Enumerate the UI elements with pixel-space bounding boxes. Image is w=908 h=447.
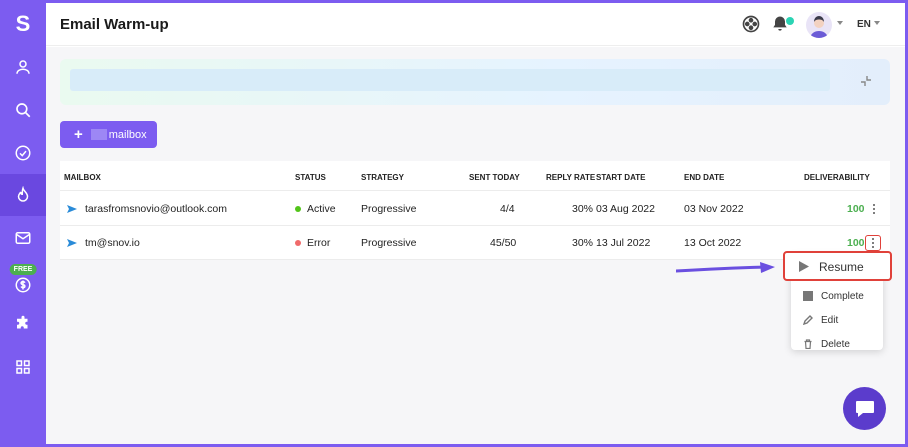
puzzle-icon <box>17 315 28 329</box>
avatar-icon <box>810 16 828 38</box>
sidebar-item-mail[interactable] <box>0 217 46 259</box>
notification-dot <box>786 17 794 25</box>
send-icon <box>67 239 77 247</box>
free-badge: FREE <box>9 264 37 275</box>
sidebar-item-search[interactable] <box>0 89 46 131</box>
grid-icon <box>16 360 30 374</box>
sidebar-item-warmup[interactable] <box>0 174 46 216</box>
redacted-text <box>90 129 107 140</box>
menu-item-label: Delete <box>821 338 850 350</box>
mail-icon <box>15 232 31 244</box>
start-date: 13 Jul 2022 <box>596 237 651 249</box>
play-icon <box>799 261 809 272</box>
send-icon <box>67 205 77 213</box>
table-row[interactable]: tm@snov.io Error Progressive 45/50 30% 1… <box>60 226 890 260</box>
plus-icon: + <box>74 126 83 143</box>
sidebar-item-integrations[interactable] <box>0 303 46 345</box>
more-options-button[interactable] <box>865 235 881 251</box>
menu-item-label: Resume <box>819 260 864 274</box>
dollar-icon <box>15 277 31 293</box>
annotation-arrow-icon <box>676 262 775 273</box>
deliverability-score: 100 <box>847 203 865 215</box>
menu-item-label: Edit <box>821 314 839 326</box>
column-header: DELIVERABILITY <box>804 173 870 182</box>
reply-rate: 30% <box>572 237 594 249</box>
mailbox-table: MAILBOX STATUS STRATEGY SENT TODAY REPLY… <box>60 161 890 260</box>
column-header: STRATEGY <box>361 173 404 182</box>
reply-rate: 30% <box>572 203 594 215</box>
sidebar: S FREE <box>0 0 46 447</box>
menu-item-edit[interactable]: Edit <box>791 308 883 332</box>
status-dot <box>295 240 301 246</box>
menu-item-label: Complete <box>821 290 864 302</box>
content-area: + mailbox MAILBOX STATUS STRATEGY SENT T… <box>46 47 905 444</box>
mailbox-address[interactable]: tm@snov.io <box>85 237 140 249</box>
chevron-down-icon[interactable] <box>837 21 843 25</box>
more-options-button[interactable] <box>866 201 882 217</box>
pencil-icon <box>803 315 813 325</box>
film-reel-icon[interactable] <box>741 14 761 34</box>
column-header: REPLY RATE <box>546 173 596 182</box>
stop-icon <box>803 291 813 301</box>
sidebar-item-profile[interactable] <box>0 46 46 88</box>
collapse-icon[interactable] <box>860 75 872 87</box>
end-date: 13 Oct 2022 <box>684 237 742 249</box>
menu-item-complete[interactable]: Complete <box>791 284 883 308</box>
column-header: STATUS <box>295 173 326 182</box>
search-icon <box>16 103 31 118</box>
language-selector[interactable]: EN <box>857 19 871 30</box>
add-mailbox-label: mailbox <box>108 128 147 141</box>
column-header: SENT TODAY <box>469 173 520 182</box>
column-header: MAILBOX <box>64 173 101 182</box>
trash-icon <box>804 339 812 349</box>
menu-item-resume[interactable]: Resume <box>783 251 892 281</box>
info-banner <box>60 59 890 105</box>
page-title: Email Warm-up <box>60 16 169 33</box>
end-date: 03 Nov 2022 <box>684 203 744 215</box>
sidebar-item-verify[interactable] <box>0 132 46 174</box>
avatar[interactable] <box>806 12 832 38</box>
column-header: START DATE <box>596 173 646 182</box>
user-icon <box>16 60 30 74</box>
top-bar: Email Warm-up EN <box>46 3 905 46</box>
table-header: MAILBOX STATUS STRATEGY SENT TODAY REPLY… <box>60 161 890 191</box>
start-date: 03 Aug 2022 <box>596 203 655 215</box>
sidebar-item-apps[interactable] <box>0 346 46 388</box>
chevron-down-icon[interactable] <box>874 21 880 25</box>
status-text: Error <box>307 237 331 249</box>
chat-button[interactable] <box>843 387 886 430</box>
sidebar-item-billing[interactable]: FREE <box>0 260 46 302</box>
sent-today: 4/4 <box>500 203 515 215</box>
flame-icon <box>17 186 29 202</box>
menu-item-delete[interactable]: Delete <box>791 332 883 356</box>
app-logo[interactable]: S <box>0 8 46 40</box>
strategy: Progressive <box>361 203 417 215</box>
status-dot <box>295 206 301 212</box>
column-header: END DATE <box>684 173 725 182</box>
strategy: Progressive <box>361 237 417 249</box>
mailbox-address[interactable]: tarasfromsnovio@outlook.com <box>85 203 227 215</box>
add-mailbox-button[interactable]: + mailbox <box>60 121 157 148</box>
banner-placeholder <box>70 69 830 91</box>
sent-today: 45/50 <box>490 237 517 249</box>
deliverability-score: 100 <box>847 237 865 249</box>
chat-icon <box>855 400 874 417</box>
table-row[interactable]: tarasfromsnovio@outlook.com Active Progr… <box>60 192 890 226</box>
check-circle-icon <box>15 145 31 161</box>
main-panel: Email Warm-up EN + mailbox MAILBOX STATU… <box>46 3 905 444</box>
status-text: Active <box>307 203 336 215</box>
